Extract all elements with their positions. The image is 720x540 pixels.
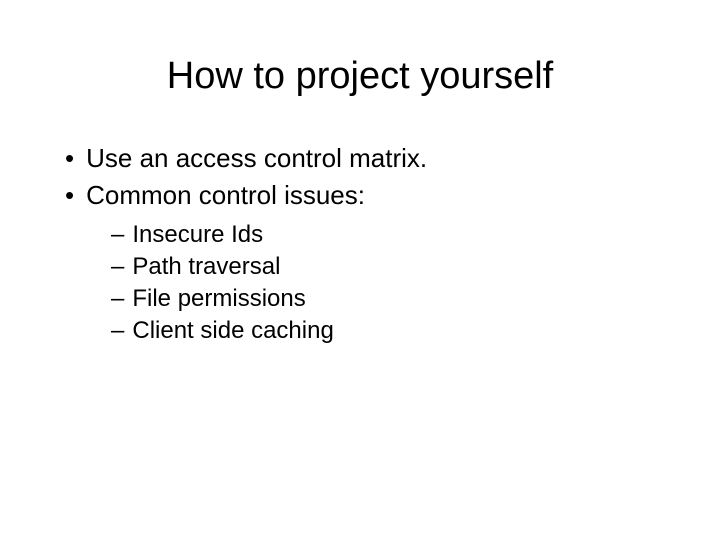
sub-bullet-text: Client side caching bbox=[132, 317, 333, 345]
sub-bullet-item: – Client side caching bbox=[111, 317, 665, 345]
dash-icon: – bbox=[111, 221, 124, 249]
sub-bullet-text: Path traversal bbox=[132, 253, 280, 281]
bullet-icon: • bbox=[65, 143, 74, 174]
bullet-item: • Use an access control matrix. bbox=[65, 143, 665, 174]
bullet-icon: • bbox=[65, 180, 74, 211]
bullet-item: • Common control issues: bbox=[65, 180, 665, 211]
sub-bullet-text: File permissions bbox=[132, 285, 305, 313]
sub-bullet-item: – Insecure Ids bbox=[111, 221, 665, 249]
slide-title: How to project yourself bbox=[55, 55, 665, 98]
sub-bullet-item: – File permissions bbox=[111, 285, 665, 313]
dash-icon: – bbox=[111, 285, 124, 313]
bullet-text: Common control issues: bbox=[86, 180, 365, 211]
dash-icon: – bbox=[111, 317, 124, 345]
sub-bullet-item: – Path traversal bbox=[111, 253, 665, 281]
dash-icon: – bbox=[111, 253, 124, 281]
bullet-text: Use an access control matrix. bbox=[86, 143, 427, 174]
sub-bullet-text: Insecure Ids bbox=[132, 221, 263, 249]
